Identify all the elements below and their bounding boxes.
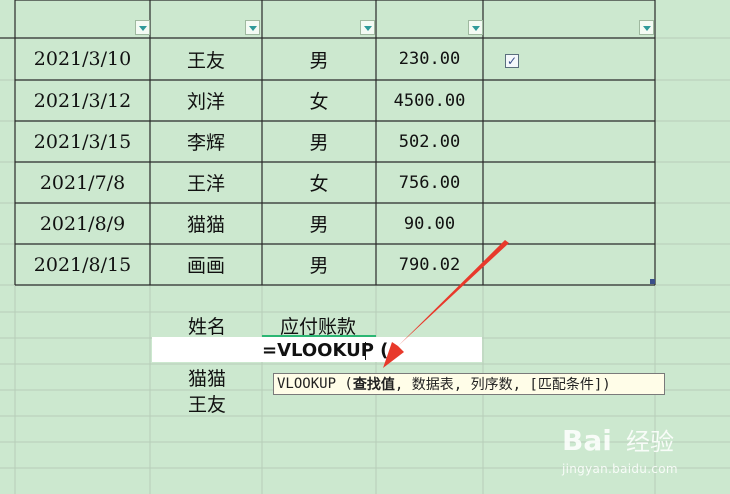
cell-date[interactable]: 2021/8/15: [15, 244, 150, 285]
filter-dropdown-button[interactable]: [135, 20, 150, 35]
function-tooltip: VLOOKUP ( 查找值 , 数据表, 列序数, [匹配条件]): [273, 373, 665, 395]
checkbox-icon[interactable]: ✓: [505, 54, 519, 68]
lookup-name-1[interactable]: 猫猫: [153, 364, 261, 390]
cell-name[interactable]: 李辉: [150, 121, 262, 162]
cell-amount[interactable]: 4500.00: [376, 80, 483, 121]
cell-date[interactable]: 2021/3/10: [15, 38, 150, 80]
watermark-brand: Bai: [562, 424, 612, 457]
lookup-name-2[interactable]: 王友: [153, 390, 261, 416]
text-cursor: [365, 342, 366, 360]
cell-amount[interactable]: 756.00: [376, 162, 483, 203]
formula-input[interactable]: =VLOOKUP (: [262, 338, 388, 362]
filter-dropdown-button[interactable]: [468, 20, 483, 35]
cell-date[interactable]: 2021/3/12: [15, 80, 150, 121]
watermark-site: 经验: [626, 428, 674, 456]
cell-name[interactable]: 刘洋: [150, 80, 262, 121]
tooltip-rest: , 数据表, 列序数, [匹配条件]): [394, 377, 611, 393]
cell-gender[interactable]: 男: [262, 38, 376, 80]
cell-date[interactable]: 2021/7/8: [15, 162, 150, 203]
tooltip-func: VLOOKUP (: [277, 376, 353, 392]
cell-gender[interactable]: 男: [262, 244, 376, 285]
table-resize-handle[interactable]: [650, 279, 655, 284]
cell-name[interactable]: 画画: [150, 244, 262, 285]
cell-amount[interactable]: 230.00: [376, 38, 483, 80]
baidu-watermark: Bai 经验 jingyan.baidu.com: [562, 420, 722, 480]
lookup-header-name[interactable]: 姓名: [153, 312, 261, 338]
cell-gender[interactable]: 女: [262, 162, 376, 203]
cell-date[interactable]: 2021/8/9: [15, 203, 150, 244]
cell-gender[interactable]: 男: [262, 203, 376, 244]
cell-gender[interactable]: 男: [262, 121, 376, 162]
cell-name[interactable]: 王洋: [150, 162, 262, 203]
watermark-url: jingyan.baidu.com: [562, 462, 678, 476]
cell-name[interactable]: 猫猫: [150, 203, 262, 244]
filter-dropdown-button[interactable]: [360, 20, 375, 35]
cell-amount[interactable]: 790.02: [376, 244, 483, 285]
cell-date[interactable]: 2021/3/15: [15, 121, 150, 162]
tooltip-active-param: 查找值: [352, 377, 395, 393]
spreadsheet[interactable]: 2021/3/10 王友男 230.00 ✓ 2021/3/12 刘洋女 4500.00 20…: [0, 0, 730, 494]
filter-dropdown-button[interactable]: [639, 20, 654, 35]
cell-amount[interactable]: 502.00: [376, 121, 483, 162]
cell-name[interactable]: 王友: [150, 38, 262, 80]
cell-amount[interactable]: 90.00: [376, 203, 483, 244]
filter-dropdown-button[interactable]: [245, 20, 260, 35]
cell-gender[interactable]: 女: [262, 80, 376, 121]
